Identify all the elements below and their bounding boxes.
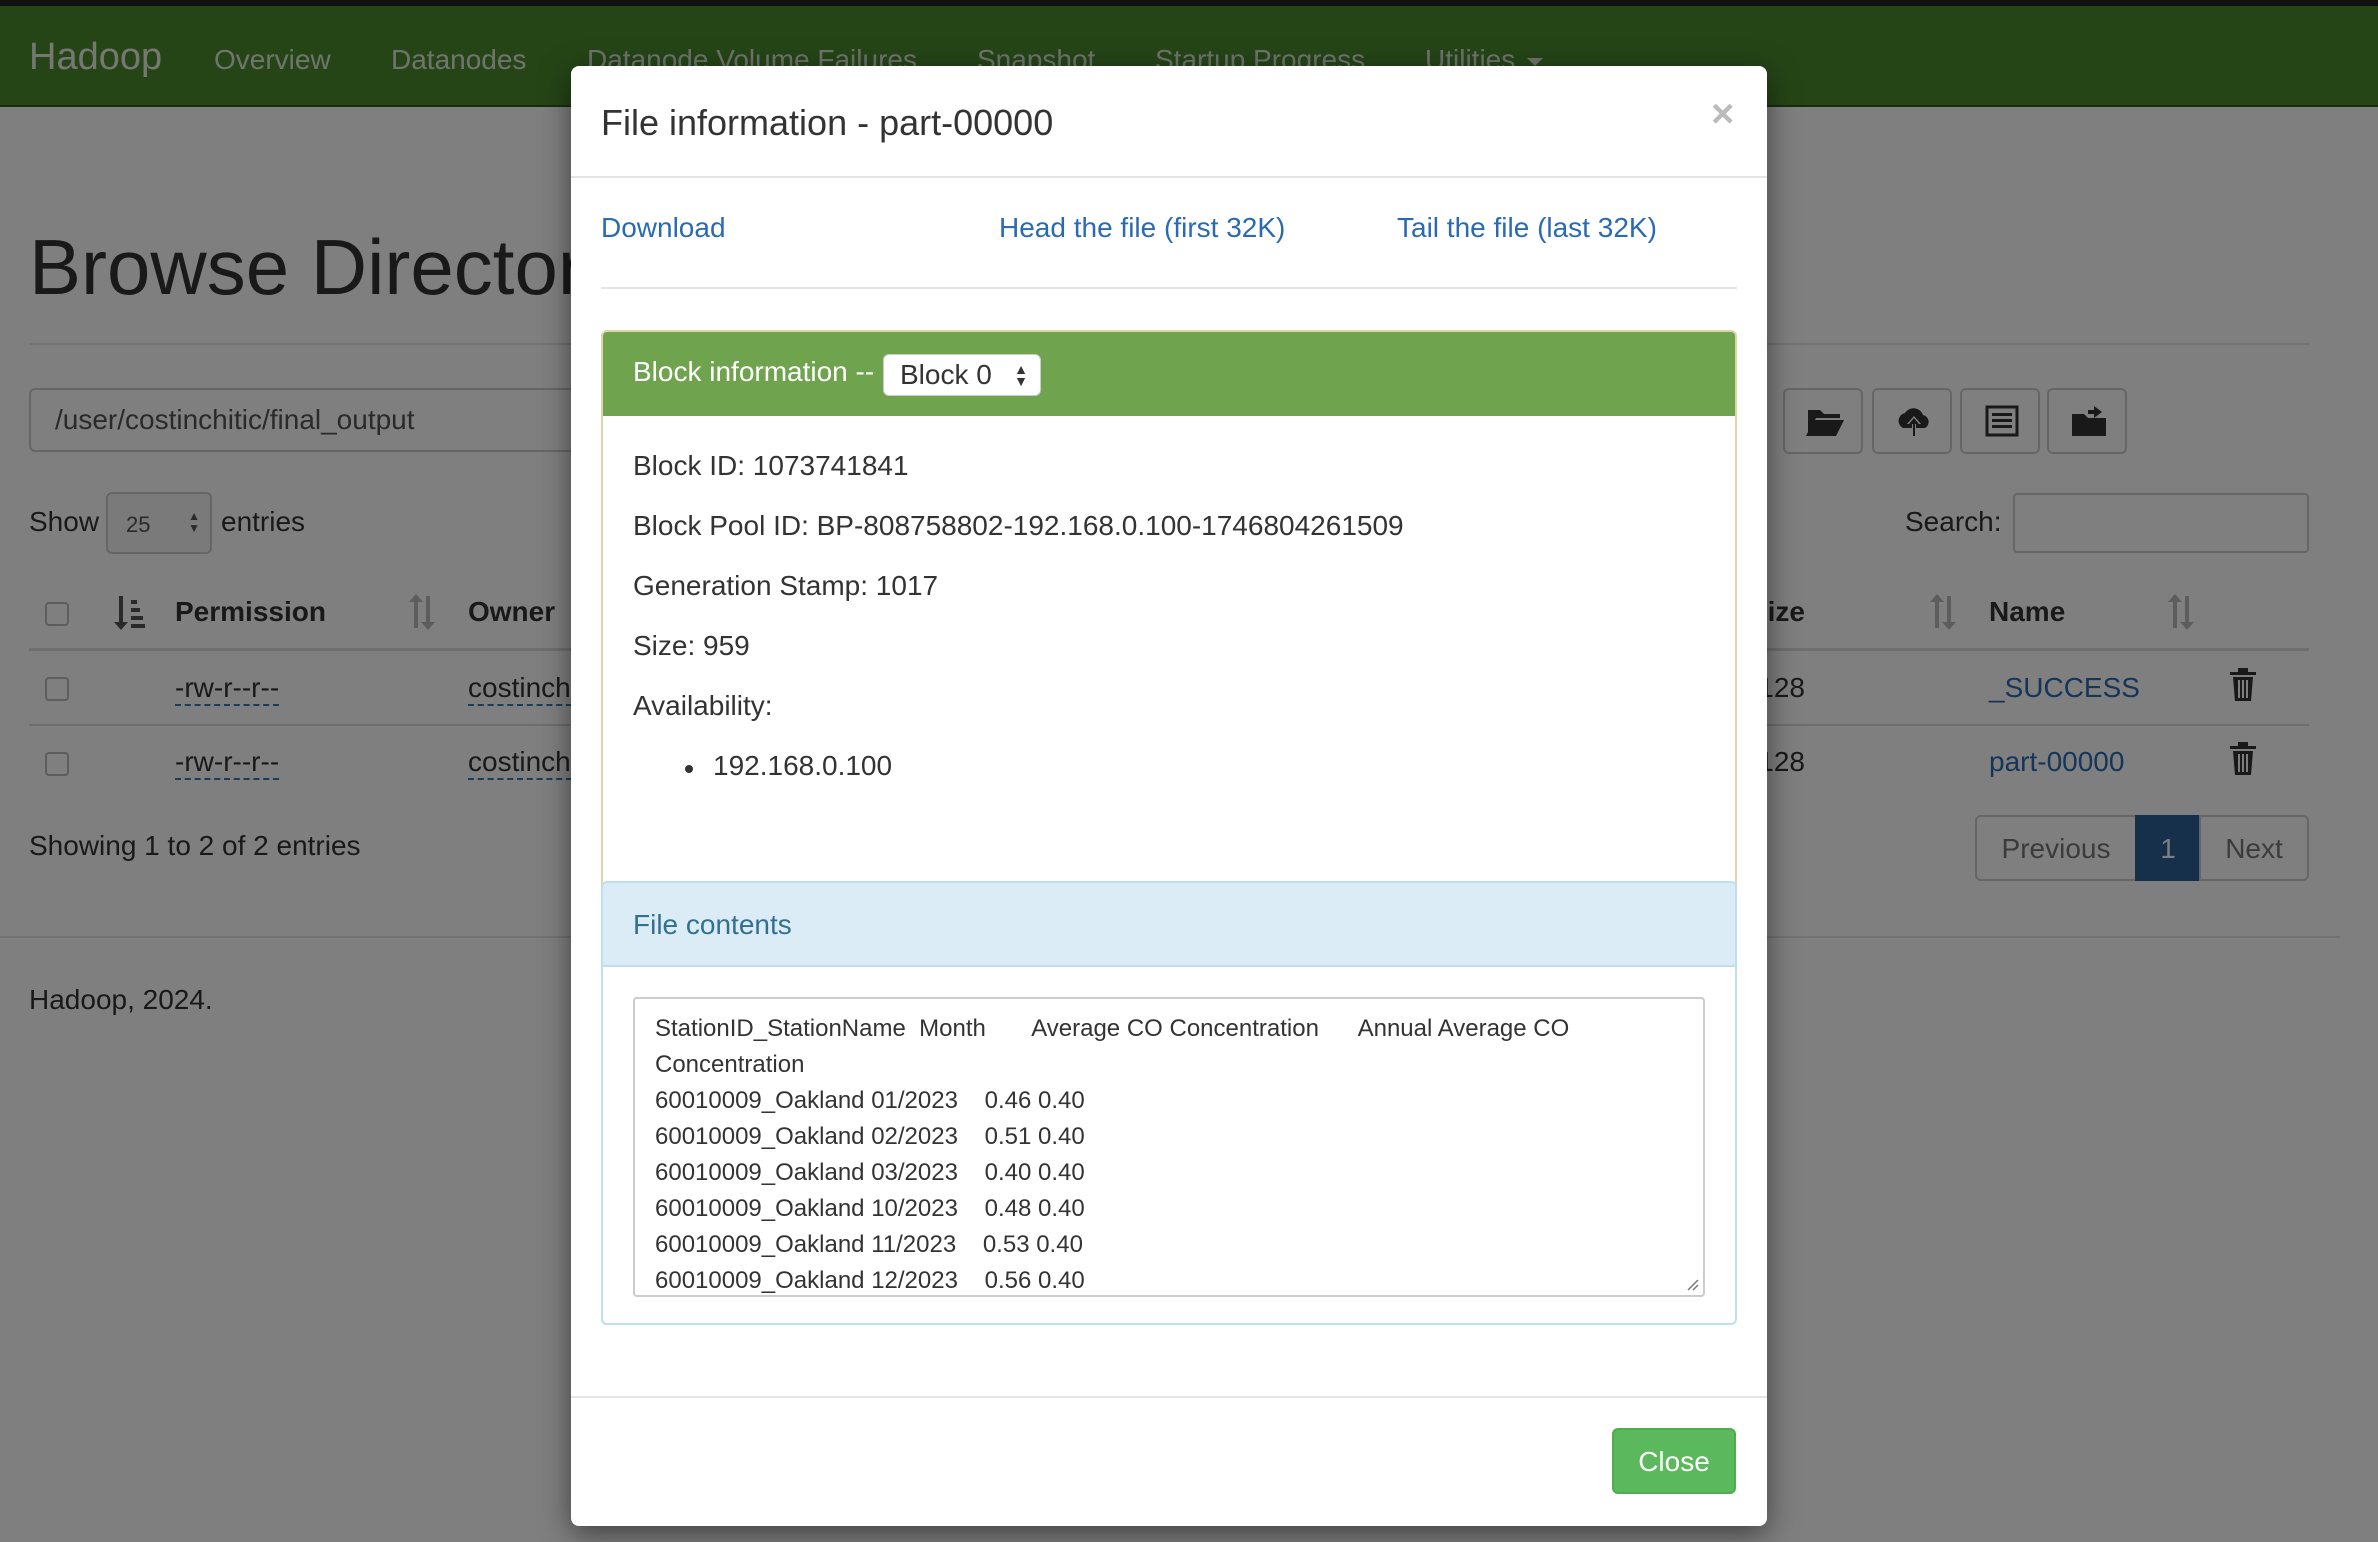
availability-label: Availability: xyxy=(633,690,773,721)
file-contents-panel-header: File contents xyxy=(603,883,1735,967)
file-information-modal: File information - part-00000 × Download… xyxy=(571,66,1767,1526)
modal-header-divider xyxy=(571,176,1767,178)
select-arrows-icon: ▲▼ xyxy=(1014,361,1028,389)
file-contents-title: File contents xyxy=(633,909,792,940)
modal-title: File information - part-00000 xyxy=(601,102,1054,143)
download-link[interactable]: Download xyxy=(601,212,726,244)
tail-file-link[interactable]: Tail the file (last 32K) xyxy=(1397,212,1657,244)
block-information-panel: Block information -- Block 0 ▲ ▼ Block ID… xyxy=(601,330,1737,904)
availability-host: 192.168.0.100 xyxy=(713,750,893,781)
links-divider xyxy=(601,287,1737,289)
block-select-value: Block 0 xyxy=(900,359,992,390)
block-panel-title: Block information -- xyxy=(633,356,875,387)
file-contents-text: StationID_StationName Month Average CO C… xyxy=(655,1015,1570,1294)
generation-stamp: Generation Stamp: 1017 xyxy=(633,570,939,601)
modal-footer-divider xyxy=(571,1396,1767,1398)
block-size: Size: 959 xyxy=(633,630,750,661)
block-panel-header: Block information -- Block 0 ▲ ▼ xyxy=(603,332,1735,416)
file-contents-textarea[interactable]: StationID_StationName Month Average CO C… xyxy=(633,997,1705,1297)
bullet-icon xyxy=(685,765,693,773)
block-pool-id: Block Pool ID: BP-808758802-192.168.0.10… xyxy=(633,510,1404,541)
close-icon[interactable]: × xyxy=(1711,92,1734,137)
head-file-link[interactable]: Head the file (first 32K) xyxy=(999,212,1285,244)
resize-handle-icon[interactable] xyxy=(1685,1277,1699,1291)
file-contents-panel: File contents StationID_StationName Mont… xyxy=(601,881,1737,1325)
block-select[interactable]: Block 0 ▲ ▼ xyxy=(883,354,1041,396)
close-button[interactable]: Close xyxy=(1612,1428,1736,1494)
block-id: Block ID: 1073741841 xyxy=(633,450,909,481)
